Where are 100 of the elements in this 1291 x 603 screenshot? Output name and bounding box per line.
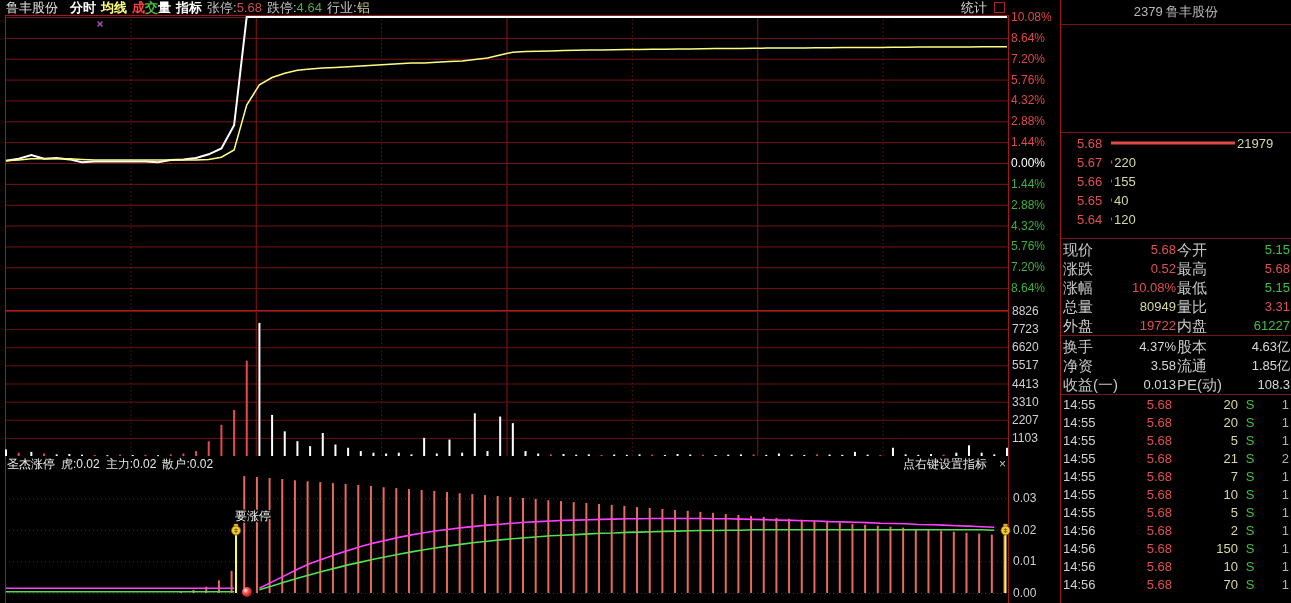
quote-label: 量比 bbox=[1177, 297, 1207, 316]
trade-time: 14:55 bbox=[1063, 396, 1097, 412]
axis-tick-label: 7723 bbox=[1012, 322, 1039, 337]
indicator-legend-label: 虎:0.02 bbox=[61, 456, 100, 473]
trade-count: 1 bbox=[1280, 432, 1289, 448]
trade-count: 1 bbox=[1280, 558, 1289, 574]
quote-label: 流通 bbox=[1177, 356, 1207, 375]
quote-value: 4.37% bbox=[1139, 339, 1176, 354]
axis-tick-label: 0.00% bbox=[1011, 156, 1046, 170]
trade-price: 5.68 bbox=[1145, 432, 1172, 448]
quote-label: 涨跌 bbox=[1063, 259, 1093, 278]
quote-value: 10.08% bbox=[1131, 280, 1176, 295]
axis-tick-label: 5517 bbox=[1012, 358, 1039, 373]
trade-price: 5.68 bbox=[1145, 486, 1172, 502]
trade-side: S bbox=[1244, 558, 1256, 574]
axis-tick-label: 8826 bbox=[1012, 304, 1039, 318]
axis-tick-label: 7.20% bbox=[1011, 51, 1046, 66]
quote-label: 外盘 bbox=[1063, 316, 1093, 335]
axis-tick-label: 2207 bbox=[1012, 412, 1039, 427]
axis-tick-label: 4.32% bbox=[1011, 218, 1046, 233]
trade-count: 1 bbox=[1280, 414, 1289, 430]
trade-count: 1 bbox=[1280, 522, 1289, 538]
trade-volume: 10 bbox=[1222, 486, 1238, 502]
quote-label: 内盘 bbox=[1177, 316, 1207, 335]
trade-volume: 21 bbox=[1222, 450, 1238, 466]
bid-volume: 220 bbox=[1114, 154, 1136, 170]
trade-price: 5.68 bbox=[1145, 414, 1172, 430]
trade-volume: 5 bbox=[1229, 504, 1238, 520]
trade-count: 2 bbox=[1280, 450, 1289, 466]
header-info-text: 行业:铝 bbox=[326, 0, 370, 15]
trade-count: 1 bbox=[1280, 396, 1289, 412]
trade-side: S bbox=[1244, 396, 1256, 412]
axis-tick-label: 1103 bbox=[1012, 430, 1038, 445]
trade-volume: 150 bbox=[1215, 540, 1238, 556]
quote-label: 收益(一) bbox=[1063, 375, 1118, 394]
axis-tick-label: 2.88% bbox=[1011, 197, 1046, 212]
axis-tick-label: 5.76% bbox=[1011, 239, 1046, 254]
axis-tick-label: 3310 bbox=[1012, 394, 1039, 409]
quote-value: 5.15 bbox=[1264, 242, 1290, 257]
quote-value: 5.15 bbox=[1264, 280, 1290, 295]
axis-tick-label: 0.02 bbox=[1013, 522, 1037, 537]
axis-tick-label: 1.44% bbox=[1011, 176, 1046, 191]
bid-volume: 40 bbox=[1114, 192, 1129, 208]
axis-tick-label: 1.44% bbox=[1011, 135, 1046, 150]
trade-volume: 20 bbox=[1222, 414, 1238, 430]
axis-tick-label: 8.64% bbox=[1011, 30, 1046, 45]
bid-volume: 155 bbox=[1114, 173, 1136, 189]
bid-price: 5.68 bbox=[1077, 135, 1103, 151]
axis-tick-label: 0.00 bbox=[1013, 586, 1037, 600]
trade-side: S bbox=[1244, 540, 1256, 556]
trade-price: 5.68 bbox=[1145, 558, 1172, 574]
trade-count: 1 bbox=[1280, 468, 1289, 484]
header-info-text: 张停:5.68 bbox=[207, 0, 262, 15]
bid-price: 5.67 bbox=[1077, 154, 1103, 170]
quote-label: 最高 bbox=[1177, 259, 1207, 278]
trade-volume: 2 bbox=[1229, 522, 1238, 538]
trade-volume: 10 bbox=[1222, 558, 1238, 574]
quote-label: 现价 bbox=[1063, 240, 1093, 259]
axis-tick-label: 5.76% bbox=[1011, 72, 1046, 87]
indicator-legend-label: 主力:0.02 bbox=[105, 456, 157, 473]
bid-volume: 120 bbox=[1114, 211, 1136, 227]
trade-price: 5.68 bbox=[1145, 540, 1172, 556]
trade-time: 14:55 bbox=[1063, 414, 1097, 430]
axis-tick-label: 6620 bbox=[1012, 340, 1039, 355]
trade-time: 14:56 bbox=[1063, 576, 1097, 592]
trade-count: 1 bbox=[1280, 504, 1289, 520]
quote-value: 0.013 bbox=[1143, 377, 1176, 392]
trade-time: 14:55 bbox=[1063, 450, 1097, 466]
quote-value: 3.58 bbox=[1150, 358, 1176, 373]
quote-label: 换手 bbox=[1063, 337, 1093, 356]
trade-side: S bbox=[1244, 468, 1256, 484]
quote-value: 19722 bbox=[1139, 318, 1176, 333]
trade-side: S bbox=[1244, 432, 1256, 448]
quote-value: 5.68 bbox=[1264, 261, 1290, 276]
quote-value: 80949 bbox=[1139, 299, 1176, 314]
trade-price: 5.68 bbox=[1145, 468, 1172, 484]
trade-price: 5.68 bbox=[1145, 576, 1172, 592]
quote-label: 净资 bbox=[1063, 356, 1093, 375]
quote-label: 今开 bbox=[1177, 240, 1207, 259]
trade-price: 5.68 bbox=[1145, 396, 1172, 412]
bid-price: 5.65 bbox=[1077, 192, 1103, 208]
indicator-legend-label: 散户:0.02 bbox=[162, 456, 214, 473]
trade-price: 5.68 bbox=[1145, 522, 1172, 538]
bid-volume: 21979 bbox=[1237, 135, 1274, 151]
axis-tick-label: 4.32% bbox=[1011, 93, 1046, 108]
quote-value: 61227 bbox=[1253, 318, 1290, 333]
quote-value: 108.3 bbox=[1257, 377, 1290, 392]
trade-side: S bbox=[1244, 450, 1256, 466]
axis-tick-label: 0.01 bbox=[1013, 554, 1037, 569]
stock-title: 2379 鲁丰股份 bbox=[1133, 3, 1219, 21]
trade-volume: 7 bbox=[1229, 468, 1238, 484]
trade-volume: 70 bbox=[1222, 576, 1238, 592]
trade-time: 14:56 bbox=[1063, 522, 1097, 538]
trade-count: 1 bbox=[1280, 576, 1289, 592]
bid-price: 5.66 bbox=[1077, 173, 1103, 189]
trade-price: 5.68 bbox=[1145, 450, 1172, 466]
quote-label: 涨幅 bbox=[1063, 278, 1093, 297]
axis-tick-label: 4413 bbox=[1012, 376, 1039, 391]
indicator-title: 圣杰涨停 bbox=[7, 456, 55, 473]
quote-label: 股本 bbox=[1177, 337, 1207, 356]
